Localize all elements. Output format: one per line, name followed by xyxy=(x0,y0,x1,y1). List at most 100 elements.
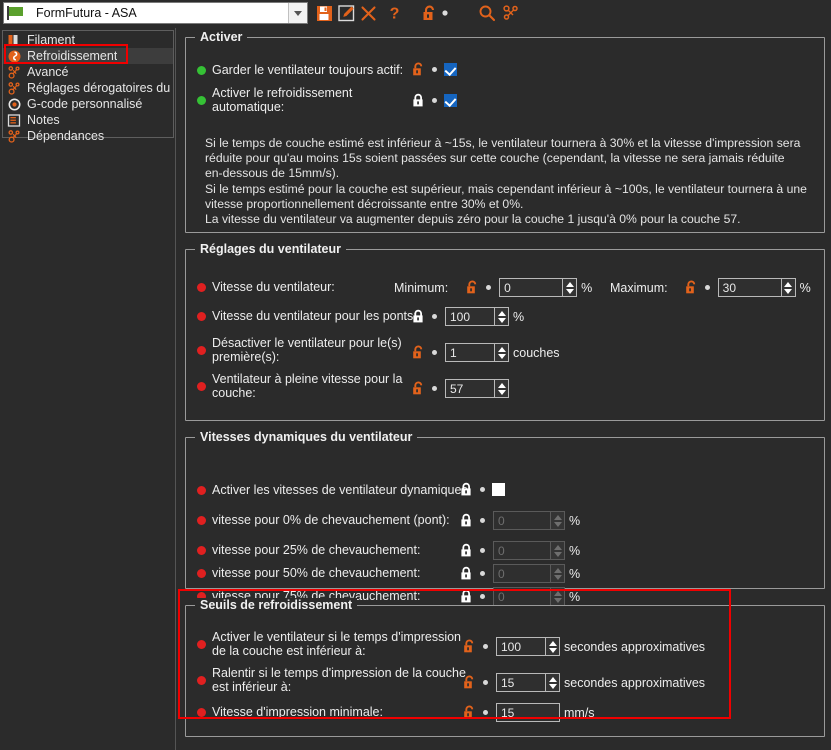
spinner-arrows[interactable] xyxy=(550,587,565,606)
spinner-value[interactable]: 0 xyxy=(493,541,550,560)
modified-dot-icon[interactable] xyxy=(704,285,710,290)
group-title: Seuils de refroidissement xyxy=(195,598,358,612)
spinner-value[interactable]: 100 xyxy=(496,637,545,656)
search-icon[interactable] xyxy=(476,2,498,24)
spinner-full-speed-layer[interactable]: 57 xyxy=(445,379,509,398)
unlock-icon[interactable] xyxy=(466,280,479,295)
profile-combobox[interactable]: FormFutura - ASA xyxy=(3,2,308,24)
modified-dot-icon[interactable] xyxy=(480,518,485,523)
spinner-value[interactable]: 15 xyxy=(496,673,545,692)
spinner-arrows[interactable] xyxy=(550,541,565,560)
spinner-bridges-fan-speed[interactable]: 100 xyxy=(445,307,509,326)
status-bullet xyxy=(197,675,206,685)
sidebar-item-notes[interactable]: Notes xyxy=(3,112,173,128)
modified-dot-icon[interactable] xyxy=(483,644,488,649)
input-value[interactable]: 15 xyxy=(496,703,560,722)
advanced-icon xyxy=(7,65,22,80)
settings-panel: Activer Garder le ventilateur toujours a… xyxy=(177,28,831,750)
row-vitesse-50-controls: 0 % xyxy=(460,564,580,583)
lock-icon[interactable] xyxy=(460,543,473,558)
checkbox-vitesses-dynamiques[interactable] xyxy=(492,483,505,496)
modified-dot-icon[interactable] xyxy=(480,594,485,599)
lock-icon[interactable] xyxy=(460,566,473,581)
row-label-line1: Ventilateur à pleine vitesse pour la xyxy=(212,372,403,386)
modified-dot-icon[interactable] xyxy=(432,386,437,391)
input-vitesse-impression-minimale[interactable]: 15 xyxy=(496,703,560,722)
spinner-arrows[interactable] xyxy=(780,278,796,297)
rename-icon[interactable] xyxy=(335,2,357,24)
spinner-value[interactable]: 30 xyxy=(717,278,781,297)
checkbox-refroidissement-auto[interactable] xyxy=(444,94,457,107)
spinner-fan-speed-min[interactable]: 0 xyxy=(499,278,578,297)
spinner-arrows[interactable] xyxy=(494,307,509,326)
help-icon[interactable]: ? xyxy=(383,2,405,24)
sidebar-item-gcode-personnalise[interactable]: G-code personnalisé xyxy=(3,96,173,112)
row-label-wrap: Désactiver le ventilateur pour le(s) pre… xyxy=(212,336,402,364)
spinner-disable-first-layers[interactable]: 1 xyxy=(445,343,509,362)
delete-icon[interactable] xyxy=(357,2,379,24)
save-icon[interactable] xyxy=(313,2,335,24)
spinner-arrows[interactable] xyxy=(550,564,565,583)
spinner-vitesse-25-chevauchement[interactable]: 0 xyxy=(493,541,565,560)
modified-dot-icon[interactable] xyxy=(432,350,437,355)
chevron-down-icon[interactable] xyxy=(288,3,307,23)
sidebar-item-refroidissement[interactable]: Refroidissement xyxy=(3,48,173,64)
spinner-arrows[interactable] xyxy=(550,511,565,530)
spinner-vitesse-0-chevauchement[interactable]: 0 xyxy=(493,511,565,530)
spinner-vitesse-75-chevauchement[interactable]: 0 xyxy=(493,587,565,606)
spinner-activer-ventilateur-seuil[interactable]: 100 xyxy=(496,637,560,656)
spinner-value[interactable]: 100 xyxy=(445,307,494,326)
settings-tree[interactable]: Filament Refroidissement Avancé Réglages… xyxy=(2,30,174,143)
unlock-icon[interactable] xyxy=(412,345,425,360)
spinner-value[interactable]: 0 xyxy=(493,564,550,583)
lock-icon[interactable] xyxy=(412,309,425,324)
lock-icon[interactable] xyxy=(460,513,473,528)
group-title: Activer xyxy=(195,30,248,44)
spinner-arrows[interactable] xyxy=(545,673,560,692)
sidebar-item-dependances[interactable]: Dépendances xyxy=(3,128,173,144)
modified-dot-icon[interactable] xyxy=(486,285,492,290)
sidebar-item-reglages-derogatoires[interactable]: Réglages dérogatoires du Filame xyxy=(3,80,173,96)
spinner-fan-speed-max[interactable]: 30 xyxy=(717,278,796,297)
modified-dot-icon[interactable] xyxy=(480,487,485,492)
lock-icon[interactable] xyxy=(460,482,473,497)
spinner-vitesse-50-chevauchement[interactable]: 0 xyxy=(493,564,565,583)
lock-icon[interactable] xyxy=(412,93,425,108)
sidebar-item-avance[interactable]: Avancé xyxy=(3,64,173,80)
spinner-value[interactable]: 0 xyxy=(499,278,563,297)
row-vitesse-50-chevauchement: vitesse pour 50% de chevauchement: xyxy=(197,566,420,580)
modified-dot-icon[interactable] xyxy=(432,67,437,72)
modified-dot-icon[interactable] xyxy=(483,710,488,715)
unlock-icon[interactable] xyxy=(412,381,425,396)
spinner-value[interactable]: 57 xyxy=(445,379,494,398)
modified-dot-icon[interactable] xyxy=(432,98,437,103)
modified-dot-icon[interactable] xyxy=(432,314,437,319)
unit-label: couches xyxy=(513,345,560,360)
status-bullet xyxy=(197,311,206,321)
lock-state-dot-icon[interactable] xyxy=(434,2,456,24)
lock-icon[interactable] xyxy=(460,589,473,604)
modified-dot-icon[interactable] xyxy=(483,680,488,685)
spinner-ralentir-seuil[interactable]: 15 xyxy=(496,673,560,692)
unlock-icon[interactable] xyxy=(463,705,476,720)
unlock-icon[interactable] xyxy=(685,280,698,295)
spinner-arrows[interactable] xyxy=(562,278,578,297)
sidebar-item-filament[interactable]: Filament xyxy=(3,32,173,48)
unlock-icon[interactable] xyxy=(412,62,425,77)
unlock-icon[interactable] xyxy=(463,675,476,690)
spinner-arrows[interactable] xyxy=(545,637,560,656)
spinner-value[interactable]: 0 xyxy=(493,511,550,530)
row-label-wrap: Activer le refroidissement automatique: xyxy=(212,86,352,114)
unlock-icon[interactable] xyxy=(463,639,476,654)
modified-dot-icon[interactable] xyxy=(480,571,485,576)
settings-icon[interactable] xyxy=(500,2,522,24)
spinner-arrows[interactable] xyxy=(494,379,509,398)
spinner-arrows[interactable] xyxy=(494,343,509,362)
spinner-value[interactable]: 0 xyxy=(493,587,550,606)
modified-dot-icon[interactable] xyxy=(480,548,485,553)
spinner-value[interactable]: 1 xyxy=(445,343,494,362)
row-vitesse-25-chevauchement: vitesse pour 25% de chevauchement: xyxy=(197,543,420,557)
row-label: vitesse pour 25% de chevauchement: xyxy=(212,543,421,557)
row-label-wrap: Activer le ventilateur si le temps d'imp… xyxy=(212,630,461,658)
checkbox-garder-ventilateur[interactable] xyxy=(444,63,457,76)
